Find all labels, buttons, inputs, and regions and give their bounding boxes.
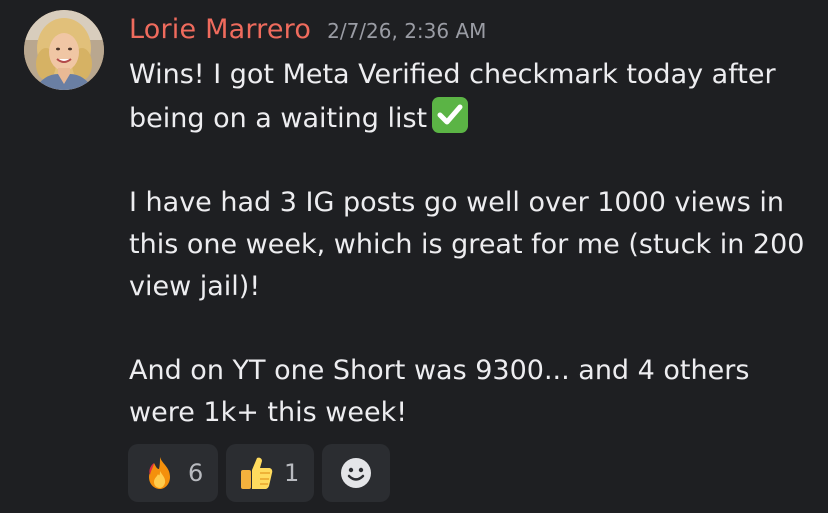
reaction-count: 1 (284, 459, 300, 487)
message-header: Lorie Marrero 2/7/26, 2:36 AM (129, 14, 486, 52)
smiley-add-reaction-icon (341, 458, 371, 488)
white-check-mark-icon[interactable] (431, 96, 469, 134)
reaction-fire[interactable]: 6 (128, 444, 218, 502)
thumbs-up-icon (241, 457, 273, 489)
message-paragraph-2: I have had 3 IG posts go well over 1000 … (129, 187, 805, 302)
message-content: Wins! I got Meta Verified checkmark toda… (129, 54, 819, 434)
reactions-bar: 6 1 (128, 444, 390, 502)
reaction-thumbs-up[interactable]: 1 (226, 444, 314, 502)
message-timestamp[interactable]: 2/7/26, 2:36 AM (327, 19, 486, 43)
chat-message: Lorie Marrero 2/7/26, 2:36 AM Wins! I go… (0, 0, 828, 513)
reaction-count: 6 (188, 459, 204, 487)
avatar-photo (24, 10, 104, 90)
message-paragraph-1: Wins! I got Meta Verified checkmark toda… (129, 54, 819, 140)
message-paragraph-3: And on YT one Short was 9300... and 4 ot… (129, 355, 750, 428)
add-reaction-button[interactable] (322, 444, 390, 502)
avatar[interactable] (24, 10, 104, 90)
author-name[interactable]: Lorie Marrero (129, 14, 311, 45)
fire-icon (149, 457, 170, 489)
